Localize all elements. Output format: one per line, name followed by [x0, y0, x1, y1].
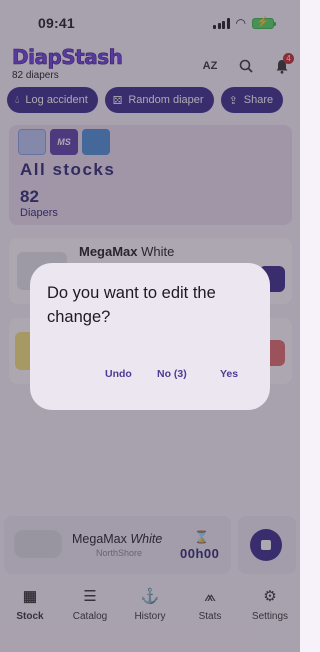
yes-button[interactable]: Yes	[220, 368, 238, 380]
no-button[interactable]: No (3)	[157, 368, 187, 380]
edit-change-dialog: Do you want to edit the change? Undo No …	[30, 263, 270, 410]
undo-button[interactable]: Undo	[105, 368, 132, 380]
dialog-message: Do you want to edit the change?	[47, 284, 216, 326]
